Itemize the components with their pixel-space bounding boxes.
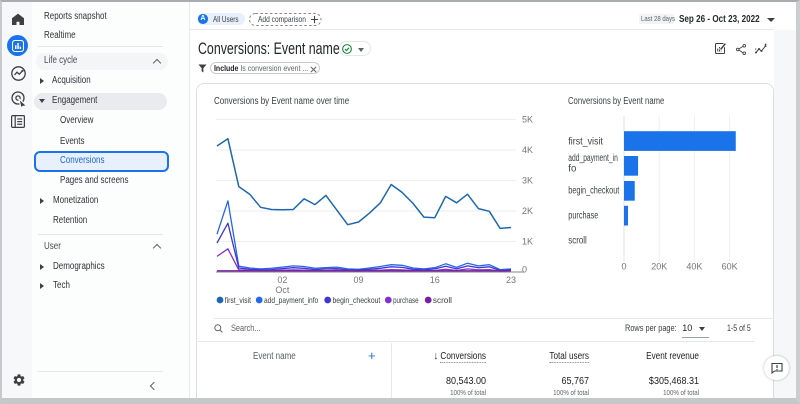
svg-text:16: 16 [430, 275, 440, 285]
svg-text:09: 09 [354, 275, 364, 285]
svg-text:purchase: purchase [568, 211, 598, 222]
svg-text:Oct: Oct [275, 285, 290, 295]
svg-text:3K: 3K [522, 176, 533, 186]
svg-text:2K: 2K [522, 206, 533, 216]
svg-text:40K: 40K [686, 262, 702, 272]
svg-text:begin_checkout: begin_checkout [568, 186, 619, 197]
svg-text:first_visit: first_visit [568, 136, 603, 147]
svg-text:60K: 60K [722, 262, 738, 272]
svg-text:scroll: scroll [433, 295, 452, 305]
svg-text:add_payment_in: add_payment_in [568, 153, 618, 164]
svg-text:add_payment_info: add_payment_info [264, 295, 318, 305]
svg-text:fo: fo [568, 164, 576, 175]
svg-text:first_visit: first_visit [225, 295, 252, 305]
svg-text:20K: 20K [651, 262, 667, 272]
svg-text:begin_checkout: begin_checkout [333, 295, 381, 305]
svg-text:0: 0 [522, 265, 527, 275]
svg-text:1K: 1K [522, 237, 533, 247]
svg-text:5K: 5K [522, 115, 533, 125]
svg-text:23: 23 [506, 275, 516, 285]
svg-text:scroll: scroll [568, 236, 587, 247]
svg-text:purchase: purchase [393, 295, 419, 305]
svg-text:0: 0 [621, 262, 626, 272]
svg-text:4K: 4K [522, 145, 533, 155]
svg-text:02: 02 [277, 275, 287, 285]
